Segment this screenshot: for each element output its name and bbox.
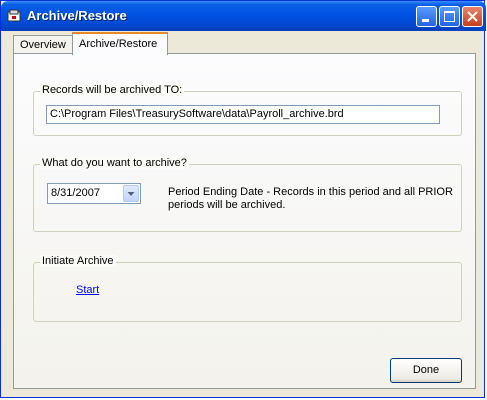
app-icon [7, 9, 21, 23]
initiate-archive-legend: Initiate Archive [40, 255, 116, 267]
start-link[interactable]: Start [76, 284, 99, 296]
period-note-line1: Period Ending Date - Records in this per… [168, 186, 453, 198]
window-title: Archive/Restore [27, 8, 127, 23]
archive-path-field[interactable]: C:\Program Files\TreasurySoftware\data\P… [46, 105, 440, 124]
tab-archive-restore-label: Archive/Restore [79, 38, 158, 50]
archive-to-legend: Records will be archived TO: [40, 84, 185, 96]
minimize-icon [422, 19, 429, 22]
what-to-archive-legend: What do you want to archive? [40, 157, 189, 169]
minimize-button[interactable] [416, 6, 437, 27]
archive-restore-window: Archive/Restore Overview Archive/Restore… [0, 0, 486, 398]
period-note: Period Ending Date - Records in this per… [168, 186, 453, 212]
maximize-button[interactable] [439, 6, 460, 27]
initiate-archive-group: Initiate Archive Start [33, 255, 462, 322]
close-icon [467, 11, 478, 22]
tab-archive-restore[interactable]: Archive/Restore [72, 32, 168, 55]
period-ending-date-dropdown[interactable]: 8/31/2007 [47, 183, 141, 204]
tab-panel: Records will be archived TO: C:\Program … [13, 53, 476, 389]
archive-to-group: Records will be archived TO: C:\Program … [33, 84, 462, 136]
period-note-line2: periods will be archived. [168, 199, 286, 211]
done-button[interactable]: Done [390, 358, 462, 383]
close-button[interactable] [462, 6, 483, 27]
tab-overview-label: Overview [20, 39, 66, 51]
maximize-icon [444, 11, 455, 22]
what-to-archive-group: What do you want to archive? 8/31/2007 P… [33, 157, 462, 232]
dropdown-arrow-button[interactable] [123, 185, 139, 202]
chevron-down-icon [127, 192, 135, 196]
tab-overview[interactable]: Overview [13, 35, 73, 54]
title-bar[interactable]: Archive/Restore [1, 1, 486, 31]
period-ending-date-value: 8/31/2007 [51, 187, 100, 199]
